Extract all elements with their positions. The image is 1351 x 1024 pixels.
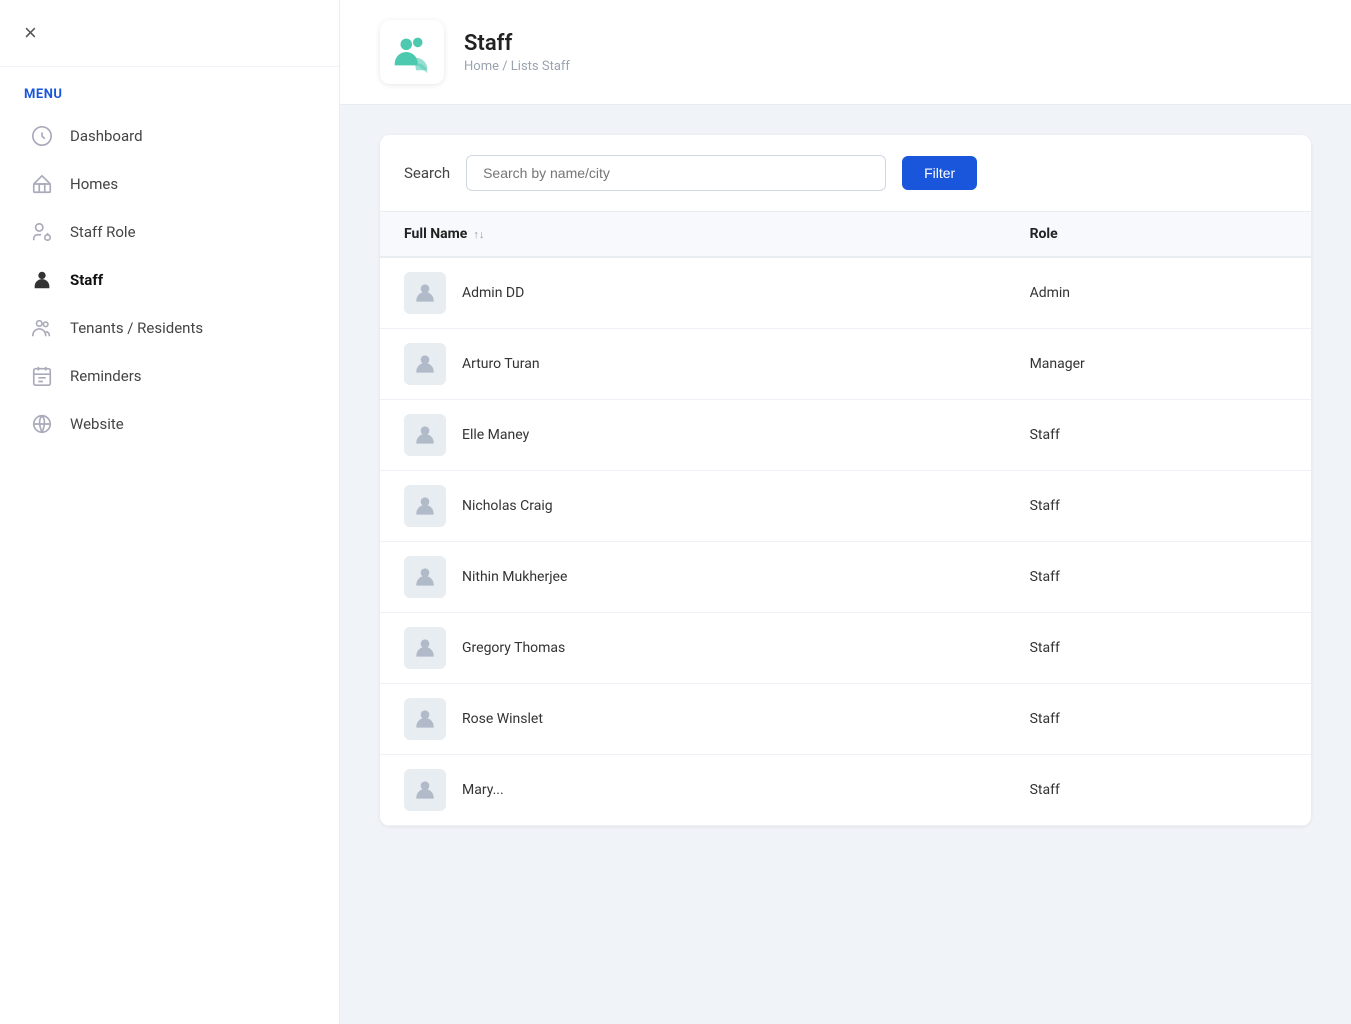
avatar [404, 414, 446, 456]
table-cell-full-name: Nithin Mukherjee [380, 542, 1006, 613]
table-cell-full-name: Arturo Turan [380, 329, 1006, 400]
avatar [404, 769, 446, 811]
tenants-icon [28, 314, 56, 342]
content-area: Search Filter Full Name ↑↓ Role [340, 105, 1351, 1024]
table-cell-full-name: Rose Winslet [380, 684, 1006, 755]
page-header-text: Staff Home / Lists Staff [464, 31, 570, 74]
staff-name: Arturo Turan [462, 356, 540, 372]
table-cell-role: Admin [1006, 257, 1311, 329]
staff-icon [28, 266, 56, 294]
staff-role-icon [28, 218, 56, 246]
close-button[interactable]: × [24, 20, 37, 46]
staff-name: Rose Winslet [462, 711, 543, 727]
reminders-icon [28, 362, 56, 390]
column-header-role[interactable]: Role [1006, 212, 1311, 258]
sidebar-item-website[interactable]: Website [12, 400, 327, 448]
sidebar-item-label: Website [70, 415, 124, 433]
sidebar-item-label: Tenants / Residents [70, 319, 203, 337]
avatar [404, 698, 446, 740]
avatar [404, 627, 446, 669]
table-row[interactable]: Arturo Turan Manager [380, 329, 1311, 400]
dashboard-icon [28, 122, 56, 150]
sidebar-item-staff-role[interactable]: Staff Role [12, 208, 327, 256]
table-row[interactable]: Nicholas Craig Staff [380, 471, 1311, 542]
staff-name: Mary... [462, 782, 504, 798]
staff-name: Nicholas Craig [462, 498, 553, 514]
table-row[interactable]: Nithin Mukherjee Staff [380, 542, 1311, 613]
column-header-full-name[interactable]: Full Name ↑↓ [380, 212, 1006, 258]
table-cell-full-name: Nicholas Craig [380, 471, 1006, 542]
table-cell-role: Staff [1006, 684, 1311, 755]
nav-list: Dashboard Homes Staff Rol [0, 112, 339, 448]
avatar [404, 272, 446, 314]
staff-name: Elle Maney [462, 427, 529, 443]
staff-table: Full Name ↑↓ Role Admin DD Admin [380, 211, 1311, 826]
table-cell-role: Staff [1006, 471, 1311, 542]
page-header-icon [380, 20, 444, 84]
table-row[interactable]: Rose Winslet Staff [380, 684, 1311, 755]
close-icon: × [24, 20, 37, 46]
table-cell-role: Staff [1006, 755, 1311, 826]
search-bar: Search Filter [380, 135, 1311, 211]
table-cell-role: Manager [1006, 329, 1311, 400]
page-title: Staff [464, 31, 570, 56]
staff-name: Admin DD [462, 285, 524, 301]
table-cell-role: Staff [1006, 613, 1311, 684]
staff-name: Nithin Mukherjee [462, 569, 567, 585]
table-row[interactable]: Gregory Thomas Staff [380, 613, 1311, 684]
main-content: Staff Home / Lists Staff Search Filter F… [340, 0, 1351, 1024]
table-cell-full-name: Elle Maney [380, 400, 1006, 471]
page-header: Staff Home / Lists Staff [340, 0, 1351, 105]
sort-arrows-icon[interactable]: ↑↓ [473, 228, 484, 241]
sidebar-item-label: Homes [70, 175, 118, 193]
table-cell-full-name: Admin DD [380, 257, 1006, 329]
table-row[interactable]: Elle Maney Staff [380, 400, 1311, 471]
avatar [404, 343, 446, 385]
staff-name: Gregory Thomas [462, 640, 565, 656]
sidebar-item-label: Staff [70, 271, 103, 289]
sidebar-item-label: Staff Role [70, 223, 136, 241]
table-row[interactable]: Admin DD Admin [380, 257, 1311, 329]
table-cell-full-name: Gregory Thomas [380, 613, 1006, 684]
breadcrumb: Home / Lists Staff [464, 59, 570, 74]
sidebar-item-dashboard[interactable]: Dashboard [12, 112, 327, 160]
sidebar-item-label: Dashboard [70, 127, 143, 145]
table-cell-role: Staff [1006, 542, 1311, 613]
search-input[interactable] [466, 155, 886, 191]
avatar [404, 556, 446, 598]
table-cell-full-name: Mary... [380, 755, 1006, 826]
avatar [404, 485, 446, 527]
sidebar-header: × [0, 0, 339, 67]
menu-label: MENU [0, 67, 339, 112]
table-row[interactable]: Mary... Staff [380, 755, 1311, 826]
sidebar: × MENU Dashboard Homes [0, 0, 340, 1024]
search-label: Search [404, 164, 450, 182]
homes-icon [28, 170, 56, 198]
website-icon [28, 410, 56, 438]
sidebar-item-tenants[interactable]: Tenants / Residents [12, 304, 327, 352]
content-card: Search Filter Full Name ↑↓ Role [380, 135, 1311, 826]
table-cell-role: Staff [1006, 400, 1311, 471]
sidebar-item-homes[interactable]: Homes [12, 160, 327, 208]
sidebar-item-label: Reminders [70, 367, 142, 385]
filter-button[interactable]: Filter [902, 156, 977, 190]
table-header-row: Full Name ↑↓ Role [380, 212, 1311, 258]
sidebar-item-reminders[interactable]: Reminders [12, 352, 327, 400]
sidebar-item-staff[interactable]: Staff [12, 256, 327, 304]
